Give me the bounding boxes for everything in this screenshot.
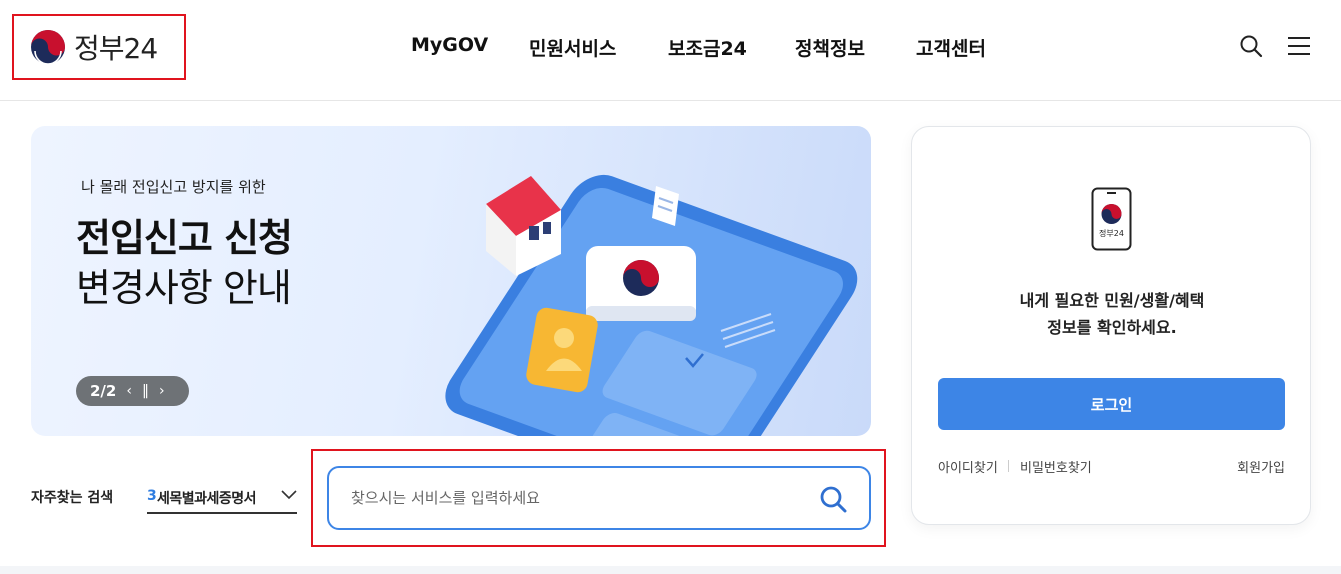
banner-illustration — [445, 174, 858, 436]
main-banner[interactable]: 나 몰래 전입신고 방지를 위한 전입신고 신청 변경사항 안내 2/2 ‹ ‖… — [31, 126, 871, 436]
banner-subtitle: 나 몰래 전입신고 방지를 위한 — [81, 178, 266, 196]
site-header: 정부24 MyGOV 민원서비스 보조금24 정책정보 고객센터 — [0, 0, 1341, 101]
hamburger-menu-icon[interactable] — [1287, 34, 1311, 58]
banner-prev-icon[interactable]: ‹ — [126, 383, 132, 399]
frequent-search-dropdown[interactable]: 3 세목별과세증명서 — [147, 478, 297, 514]
nav-civil-services[interactable]: 민원서비스 — [529, 34, 616, 61]
banner-next-icon[interactable]: › — [159, 383, 165, 399]
service-search-input[interactable] — [327, 466, 871, 530]
banner-pause-icon[interactable]: ‖ — [142, 383, 149, 399]
search-submit-icon[interactable] — [818, 484, 848, 514]
nav-customer-center[interactable]: 고객센터 — [916, 34, 986, 61]
find-password-link[interactable]: 비밀번호찾기 — [1020, 457, 1092, 476]
mobile-gov24-icon: 정부24 — [1091, 187, 1132, 251]
login-panel: 정부24 내게 필요한 민원/생활/혜택 정보를 확인하세요. 로그인 아이디찾… — [911, 126, 1311, 525]
search-icon[interactable] — [1239, 34, 1263, 58]
login-button[interactable]: 로그인 — [938, 378, 1285, 430]
banner-title-line2: 변경사항 안내 — [76, 266, 292, 310]
login-message-line1: 내게 필요한 민원/생활/혜택 — [1019, 291, 1205, 310]
login-message-line2: 정보를 확인하세요. — [1047, 318, 1177, 337]
phone-logo-label: 정부24 — [1099, 228, 1124, 238]
banner-page-indicator: 2/2 — [90, 382, 117, 400]
section-divider — [0, 566, 1341, 574]
logo-text: 정부24 — [74, 32, 158, 65]
gov24-logo[interactable]: 정부24 — [30, 27, 158, 67]
frequent-search-item: 세목별과세증명서 — [157, 491, 257, 507]
signup-link[interactable]: 회원가입 — [1237, 457, 1285, 476]
login-message: 내게 필요한 민원/생활/혜택 정보를 확인하세요. — [912, 287, 1312, 341]
nav-subsidy24[interactable]: 보조금24 — [668, 34, 747, 61]
taegeuk-logo-icon — [31, 30, 65, 65]
banner-title: 전입신고 신청 — [76, 216, 293, 260]
link-divider — [1008, 460, 1009, 472]
frequent-search-label: 자주찾는 검색 — [31, 490, 114, 506]
banner-pager: 2/2 ‹ ‖ › — [76, 376, 189, 406]
nav-policy-info[interactable]: 정책정보 — [795, 34, 865, 61]
chevron-down-icon — [281, 490, 297, 500]
find-id-link[interactable]: 아이디찾기 — [938, 457, 998, 476]
login-links: 아이디찾기 비밀번호찾기 회원가입 — [938, 457, 1285, 477]
nav-mygov[interactable]: MyGOV — [411, 34, 488, 56]
frequent-search-rank: 3 — [147, 488, 157, 504]
